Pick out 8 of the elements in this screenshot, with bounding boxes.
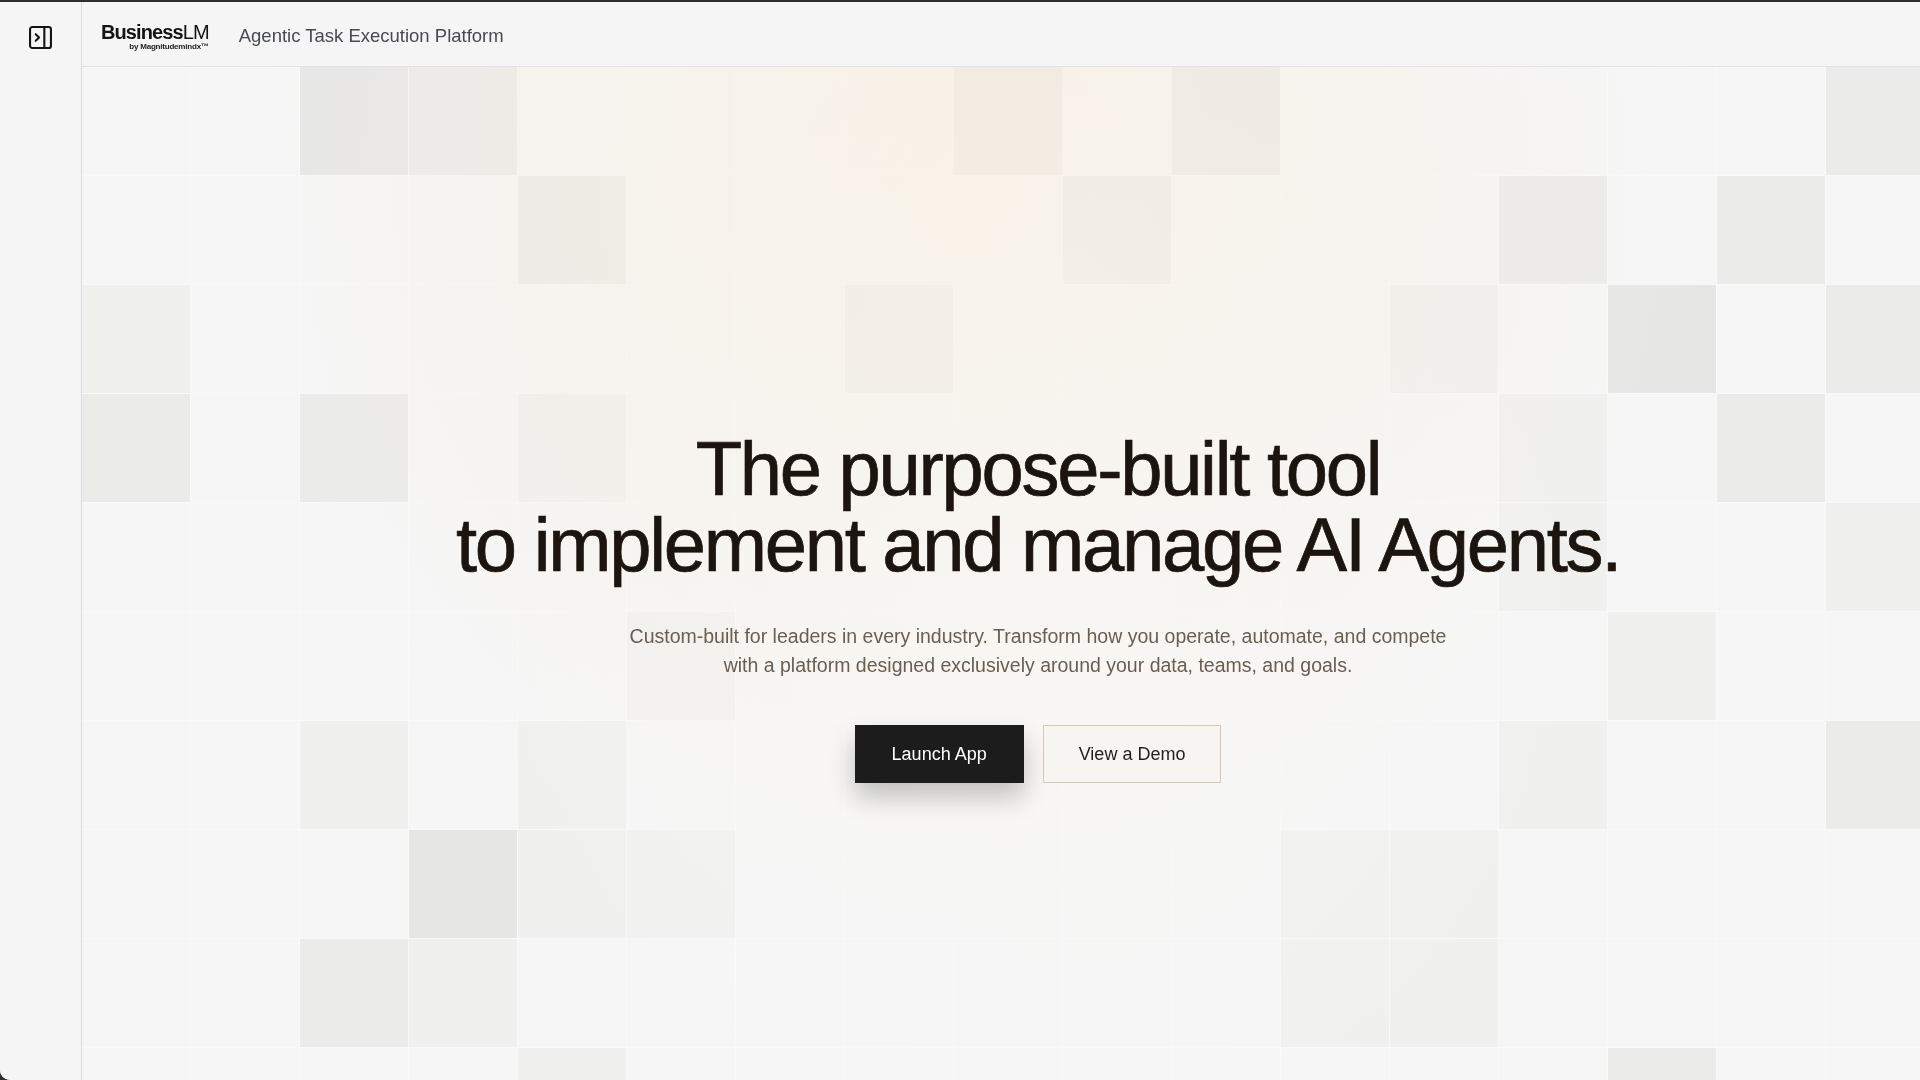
view-demo-button[interactable]: View a Demo xyxy=(1042,725,1222,783)
sidebar-toggle-icon xyxy=(29,26,52,49)
launch-app-button[interactable]: Launch App xyxy=(854,725,1024,783)
logo-wordmark: BusinessLM xyxy=(101,22,209,42)
sidebar-toggle-button[interactable] xyxy=(29,26,52,49)
logo-byline: by Magnitudemindx™ xyxy=(129,42,209,51)
platform-title: Agentic Task Execution Platform xyxy=(238,25,504,47)
hero-subtitle: Custom-built for leaders in every industry. Transform how you operate, automate, and compete with a platform designed exclusively around your data, teams, and goals. xyxy=(628,624,1448,678)
